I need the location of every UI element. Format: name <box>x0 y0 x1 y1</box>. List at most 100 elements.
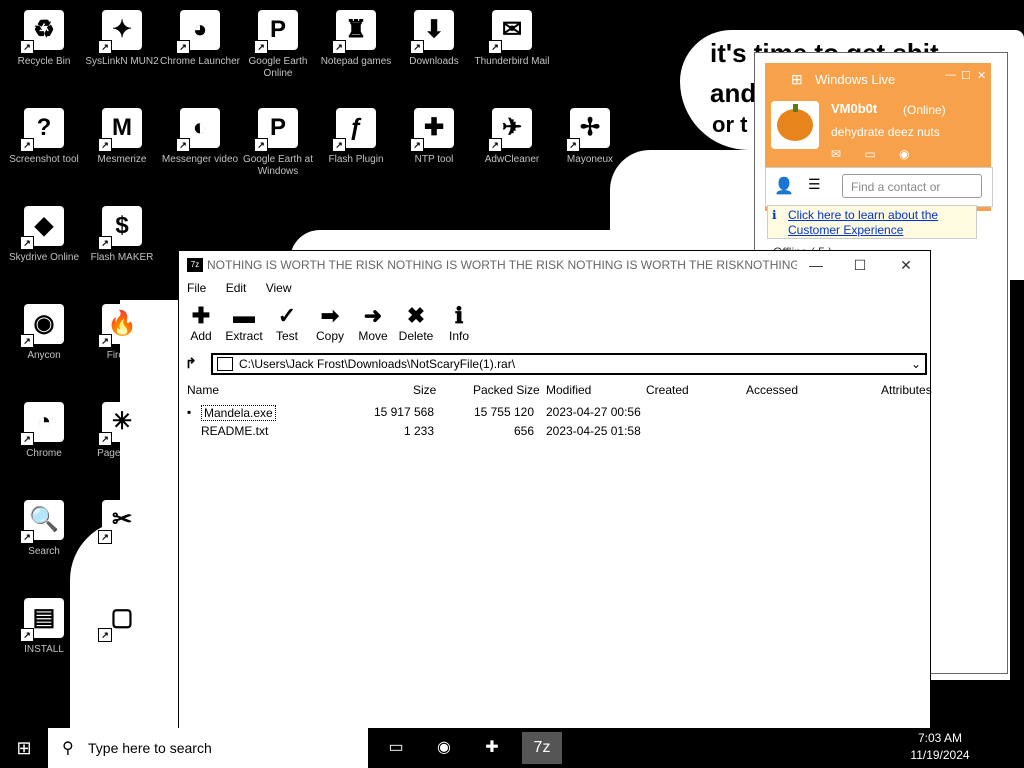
move-button[interactable]: ➜ Move <box>351 303 395 343</box>
desktop-icon[interactable]: ✦ ↗ SysLinkN MUN2 <box>78 6 166 102</box>
taskbar-search[interactable]: ⚲ Type here to search <box>48 728 368 768</box>
firefox-icon[interactable]: ◉ <box>424 732 464 764</box>
col-size[interactable]: Size <box>413 383 436 397</box>
mail-icon[interactable]: ✉ ▭ ◉ <box>831 147 920 161</box>
extract-button[interactable]: ▬ Extract <box>222 303 266 343</box>
test-button[interactable]: ✓ Test <box>265 303 309 343</box>
add-contact-icon[interactable]: 👤 <box>774 176 794 196</box>
col-created[interactable]: Created <box>646 383 689 397</box>
maximize-button[interactable]: ☐ <box>837 253 883 277</box>
contact-search-input[interactable]: Find a contact or number <box>842 174 982 218</box>
table-row[interactable]: README.txt 1 233 656 2023-04-25 01:58 <box>179 422 930 440</box>
delete-button[interactable]: ✖ Delete <box>394 303 438 343</box>
desktop-icon[interactable]: ƒ ↗ Flash Plugin <box>312 104 400 200</box>
shortcut-arrow-icon: ↗ <box>98 40 112 54</box>
desktop-icon-label: Anycon <box>27 350 61 361</box>
desktop-icon[interactable]: P ↗ Google Earth Online <box>234 6 322 102</box>
col-attributes[interactable]: Attributes <box>881 383 932 397</box>
shortcut-arrow-icon: ↗ <box>98 530 112 544</box>
copy-button[interactable]: ➡ Copy <box>308 303 352 343</box>
menu-view[interactable]: View <box>266 281 292 295</box>
ad-link[interactable]: Click here to learn about the <box>788 208 938 222</box>
desktop-icon[interactable]: 🔍 ↗ Search <box>0 496 88 592</box>
desktop-icon[interactable]: ▤ ↗ INSTALL <box>0 594 88 690</box>
messenger-title: Windows Live <box>815 72 896 87</box>
desktop-icon[interactable]: ◔ ↗ Chrome <box>0 398 88 494</box>
close-button[interactable]: ✕ <box>883 253 929 277</box>
start-button[interactable]: ⊞ <box>0 728 48 768</box>
desktop-icon[interactable]: ▢ ↗ Screenshot <box>78 594 166 690</box>
desktop-icon[interactable]: ✚ ↗ NTP tool <box>390 104 478 200</box>
shortcut-arrow-icon: ↗ <box>176 138 190 152</box>
desktop-icon[interactable]: ? ↗ Screenshot tool <box>0 104 88 200</box>
file-packed: 656 <box>513 424 534 438</box>
app-icon: 🔥 ↗ <box>98 304 142 348</box>
desktop-icon[interactable]: ✳ ↗ Pager Web <box>78 398 166 494</box>
app-icon: P ↗ <box>254 10 298 54</box>
desktop-icon[interactable]: ✢ ↗ Mayoneux <box>546 104 634 200</box>
app-icon[interactable]: ✚ <box>472 732 512 764</box>
date: 11/19/2024 <box>910 748 970 762</box>
check-icon: ✓ <box>277 303 297 328</box>
desktop-icon[interactable]: 🔥 ↗ Firefox <box>78 300 166 396</box>
toolbar-label: Delete <box>398 329 434 343</box>
shortcut-arrow-icon: ↗ <box>488 138 502 152</box>
desktop-icon-label: Downloads <box>409 56 459 67</box>
desktop-icon[interactable]: M ↗ Mesmerize <box>78 104 166 200</box>
desktop-icon[interactable]: ◐ ↗ Messenger video <box>156 104 244 200</box>
col-modified[interactable]: Modified <box>546 383 591 397</box>
desktop-icon-label: SysLinkN MUN2 <box>85 56 159 67</box>
list-view-icon[interactable]: ☰ <box>808 176 821 193</box>
toolbar-label: Info <box>448 329 469 343</box>
desktop-icon-label: Firefox <box>106 350 138 361</box>
maximize-button[interactable]: ☐ <box>961 69 971 82</box>
clock[interactable]: 7:03 AM 11/19/2024 <box>900 730 980 764</box>
toolbar-label: Copy <box>315 329 344 343</box>
title-bar[interactable]: 7z NOTHING IS WORTH THE RISK NOTHING IS … <box>179 251 930 279</box>
desktop-icon[interactable]: ♻ ↗ Recycle Bin <box>0 6 88 102</box>
avatar[interactable] <box>771 101 819 149</box>
table-row[interactable]: ▪ Mandela.exe 15 917 568 15 755 120 2023… <box>179 403 930 421</box>
personal-message[interactable]: dehydrate deez nuts <box>831 125 940 139</box>
col-accessed[interactable]: Accessed <box>746 383 798 397</box>
search-icon: ⚲ <box>62 740 74 757</box>
file-modified: 2023-04-25 01:58 <box>546 424 641 438</box>
user-name[interactable]: VM0b0t <box>831 101 877 116</box>
desktop-icon[interactable]: ✂ ↗ Puzzle <box>78 496 166 592</box>
menu-edit[interactable]: Edit <box>226 281 247 295</box>
desktop-icon[interactable]: $ ↗ Flash MAKER <box>78 202 166 298</box>
pumpkin-image <box>777 109 813 141</box>
desktop-icon[interactable]: ◕ ↗ Chrome Launcher <box>156 6 244 102</box>
desktop-icon[interactable]: P ↗ Google Earth at Windows <box>234 104 322 200</box>
chevron-down-icon[interactable]: ⌄ <box>911 355 921 373</box>
up-folder-icon[interactable]: ↱ <box>185 355 197 372</box>
add-button[interactable]: ✚ Add <box>179 303 223 343</box>
app-icon: ◔ ↗ <box>20 402 64 446</box>
info-button[interactable]: ℹ Info <box>437 303 481 343</box>
shortcut-arrow-icon: ↗ <box>410 138 424 152</box>
wallpaper-text: and <box>710 78 757 108</box>
desktop-icon[interactable]: ✈ ↗ AdwCleaner <box>468 104 556 200</box>
move-arrow-icon: ➜ <box>363 303 383 328</box>
minimize-button[interactable]: — <box>945 69 956 81</box>
shortcut-arrow-icon: ↗ <box>20 530 34 544</box>
desktop-icon[interactable]: ◉ ↗ Anycon <box>0 300 88 396</box>
file-packed: 15 755 120 <box>473 405 534 419</box>
file-explorer-icon[interactable]: ▭ <box>376 732 416 764</box>
col-name[interactable]: Name <box>187 383 219 397</box>
desktop-icon[interactable]: ♜ ↗ Notepad games <box>312 6 400 102</box>
ad-link-2[interactable]: Customer Experience <box>788 223 903 237</box>
7zip-window[interactable]: 7z NOTHING IS WORTH THE RISK NOTHING IS … <box>178 250 932 730</box>
address-bar[interactable]: C:\Users\Jack Frost\Downloads\NotScaryFi… <box>211 353 927 375</box>
desktop-icon-label: Search <box>28 546 60 557</box>
desktop-icon[interactable]: ✉ ↗ Thunderbird Mail <box>468 6 556 102</box>
close-button[interactable]: ✕ <box>977 69 986 82</box>
menu-file[interactable]: File <box>187 281 206 295</box>
app-icon: ♜ ↗ <box>332 10 376 54</box>
minimize-button[interactable]: — <box>793 253 839 277</box>
desktop-icon[interactable]: ◆ ↗ Skydrive Online <box>0 202 88 298</box>
col-packed[interactable]: Packed Size <box>473 383 540 397</box>
user-status[interactable]: (Online) <box>903 103 946 117</box>
desktop-icon[interactable]: ⬇ ↗ Downloads <box>390 6 478 102</box>
7zip-icon[interactable]: 7z <box>522 732 562 764</box>
